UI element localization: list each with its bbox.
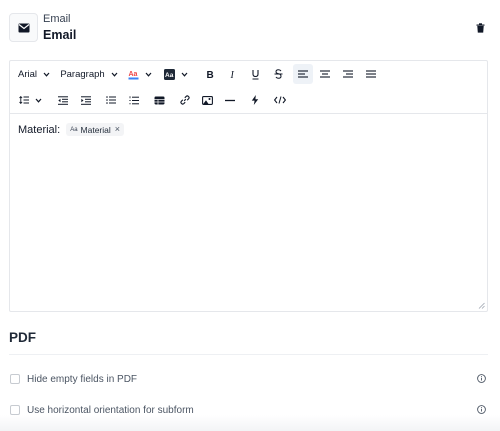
image-icon [201, 95, 213, 105]
line-height-select[interactable] [16, 90, 44, 110]
hide-empty-fields-checkbox[interactable] [10, 374, 20, 384]
align-center-button[interactable] [316, 64, 334, 84]
lightning-icon [251, 95, 259, 105]
font-family-value: Arial [17, 68, 37, 80]
align-left-icon [298, 70, 308, 78]
horizontal-rule-icon [225, 99, 235, 101]
bullet-list-button[interactable] [102, 90, 120, 110]
strikethrough-icon [274, 69, 282, 79]
material-tag-chip[interactable]: Aa Material × [66, 123, 125, 136]
chevron-down-icon [145, 72, 152, 77]
chevron-down-icon [35, 98, 41, 103]
italic-icon: I [230, 70, 235, 79]
pdf-section-title: PDF [9, 330, 36, 345]
font-color-button[interactable]: Aa [126, 64, 154, 84]
numbered-list-button[interactable] [125, 90, 143, 110]
chip-type-icon: Aa [70, 126, 78, 133]
hide-empty-fields-label: Hide empty fields in PDF [27, 373, 138, 385]
chip-label: Material [80, 124, 111, 135]
svg-text:I: I [230, 70, 235, 79]
chevron-down-icon [111, 72, 118, 77]
block-format-value: Paragraph [60, 68, 105, 80]
email-icon-box [9, 13, 38, 42]
info-icon[interactable] [477, 405, 486, 414]
strikethrough-button[interactable] [269, 64, 287, 84]
underline-icon [251, 69, 259, 79]
font-family-select[interactable]: Arial [16, 64, 52, 84]
bottom-fade [0, 415, 500, 431]
insert-image-button[interactable] [198, 90, 216, 110]
bold-button[interactable]: B [201, 64, 219, 84]
trash-icon [476, 23, 484, 33]
info-icon[interactable] [477, 374, 486, 383]
lightning-button[interactable] [246, 90, 264, 110]
chevron-down-icon [43, 72, 50, 77]
chevron-down-icon [181, 72, 188, 77]
rich-text-editor[interactable]: Arial Paragraph Aa Aa B I Material: Aa M… [9, 60, 488, 312]
text-background-icon: Aa [164, 68, 175, 80]
email-header: Email Email [9, 13, 491, 43]
editor-toolbar-row-2 [10, 87, 487, 113]
email-kicker: Email [43, 13, 71, 25]
outdent-button[interactable] [54, 90, 72, 110]
align-right-icon [343, 70, 353, 78]
svg-text:Aa: Aa [165, 72, 174, 79]
resize-handle-icon[interactable] [478, 302, 485, 309]
underline-button[interactable] [246, 64, 264, 84]
bullet-list-icon [106, 96, 116, 104]
code-view-button[interactable] [270, 90, 290, 110]
delete-button[interactable] [473, 21, 487, 35]
table-icon [154, 96, 164, 104]
editor-toolbar-row-1: Arial Paragraph Aa Aa B I [10, 61, 487, 87]
editor-content[interactable]: Material: Aa Material × [18, 123, 125, 136]
insert-link-button[interactable] [176, 90, 194, 110]
bold-icon: B [207, 70, 214, 79]
indent-button[interactable] [77, 90, 95, 110]
italic-button[interactable]: I [224, 64, 242, 84]
numbered-list-icon [129, 95, 139, 104]
line-height-icon [18, 96, 29, 104]
align-right-button[interactable] [339, 64, 357, 84]
link-icon [180, 95, 190, 105]
pdf-section-divider [9, 354, 488, 355]
chip-remove-icon[interactable]: × [115, 125, 120, 134]
background-color-button[interactable]: Aa [162, 64, 190, 84]
svg-text:Aa: Aa [129, 71, 138, 78]
insert-table-button[interactable] [150, 90, 168, 110]
block-format-select[interactable]: Paragraph [60, 64, 118, 84]
content-label: Material: [18, 123, 61, 136]
indent-icon [81, 95, 91, 105]
align-center-icon [320, 70, 330, 78]
horizontal-rule-button[interactable] [221, 90, 239, 110]
horizontal-orientation-checkbox[interactable] [10, 405, 20, 415]
align-justify-button[interactable] [362, 64, 380, 84]
code-icon [274, 96, 286, 104]
toolbar-divider [10, 113, 487, 114]
align-left-button[interactable] [293, 64, 313, 84]
text-color-icon: Aa [128, 71, 139, 79]
svg-text:B: B [207, 70, 214, 79]
outdent-icon [58, 95, 68, 105]
hide-empty-fields-option: Hide empty fields in PDF [10, 372, 488, 386]
horizontal-orientation-label: Use horizontal orientation for subform [27, 404, 194, 416]
envelope-icon [18, 23, 29, 32]
email-title: Email [43, 28, 77, 42]
align-justify-icon [366, 70, 376, 78]
